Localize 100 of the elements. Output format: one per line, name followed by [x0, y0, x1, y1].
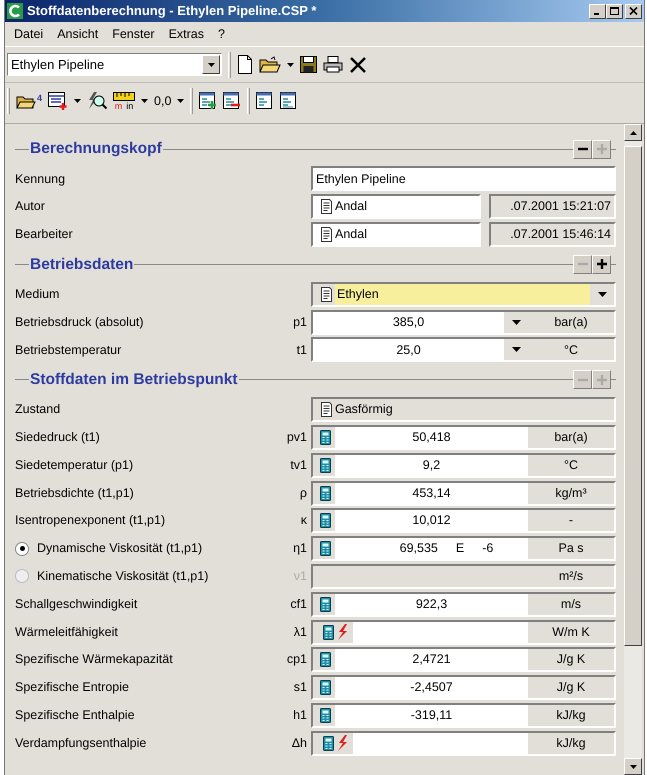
menu-item[interactable]: Extras: [162, 24, 212, 44]
magnifier-bolt-icon[interactable]: [87, 92, 108, 110]
field-label: Siededruck (t1): [15, 429, 100, 446]
symbol-label: s1: [292, 679, 308, 696]
symbol-label: cf1: [289, 596, 308, 613]
window-title: Stoffdatenberechnung - Ethylen Pipeline.CSP *: [27, 2, 318, 20]
caret-icon: [512, 320, 520, 325]
maximize-button[interactable]: [606, 4, 623, 18]
collapse-button[interactable]: [573, 140, 592, 158]
plus-icon[interactable]: [596, 259, 608, 270]
calculator-icon: [322, 624, 334, 640]
symbol-label: cp1: [286, 651, 308, 668]
symbol-label: tv1: [289, 456, 308, 474]
calculator-icon: [322, 736, 334, 751]
expand-button[interactable]: [592, 254, 611, 274]
caret-icon[interactable]: [177, 99, 184, 103]
field-label: Betriebsdruck (absolut): [15, 314, 144, 331]
caret-icon[interactable]: [74, 99, 82, 103]
field-label: Siedetemperatur (p1): [15, 456, 134, 474]
document-icon: [320, 226, 332, 242]
close-icon[interactable]: [628, 6, 639, 16]
menu-item[interactable]: Ansicht: [50, 24, 106, 44]
calculator-icon: [320, 680, 331, 696]
medium-select[interactable]: Ethylen: [311, 282, 616, 307]
scroll-thumb[interactable]: [624, 146, 642, 646]
symbol-label: η1: [292, 540, 308, 558]
calculator-icon: [320, 513, 331, 528]
project-select[interactable]: Ethylen Pipeline: [7, 53, 222, 76]
field-label: Verdampfungsenthalpie: [15, 734, 146, 752]
calculator-icon: [320, 430, 331, 445]
maximize-icon[interactable]: [609, 6, 620, 16]
caret-icon[interactable]: [141, 99, 148, 103]
result-field: 10,012 -: [311, 508, 616, 534]
menu-item[interactable]: Datei: [7, 24, 50, 44]
field-label: Spezifische Entropie: [15, 679, 129, 696]
number-format-button[interactable]: 0,0: [154, 92, 172, 110]
field-label: Spezifische Enthalpie: [15, 707, 135, 724]
table-minus-icon[interactable]: [223, 92, 242, 110]
field-label: Medium: [15, 286, 60, 303]
symbol-label: κ: [300, 512, 308, 530]
symbol-label: Δh: [290, 734, 308, 752]
minimize-button[interactable]: [589, 4, 606, 18]
result-field: -2,4507 J/g K: [311, 675, 616, 700]
unit-toggle-button[interactable]: m in: [113, 92, 136, 110]
symbol-label: λ1: [292, 624, 308, 641]
new-document-icon[interactable]: [237, 55, 253, 74]
document-icon: [320, 402, 332, 418]
document-icon: [320, 199, 332, 214]
caret-icon: [512, 347, 520, 352]
field-label: Betriebsdichte (t1,p1): [15, 484, 134, 502]
date-field: .07.2001 15:46:14: [489, 222, 616, 247]
document-icon: [320, 286, 332, 302]
field-label: Wärmeleitfähigkeit: [15, 624, 118, 641]
result-field: -319,11 kJ/kg: [311, 702, 616, 728]
symbol-label: ν1: [292, 568, 308, 586]
field-label: Bearbeiter: [15, 226, 73, 244]
scrollbar[interactable]: [624, 124, 642, 775]
scroll-down-icon: [630, 764, 636, 768]
field-label: Autor: [15, 198, 45, 216]
result-field: W/m K: [311, 620, 616, 645]
value-field[interactable]: 385,0 bar(a): [311, 310, 616, 335]
name-field[interactable]: Andal: [311, 194, 481, 220]
table-add-icon[interactable]: [48, 92, 68, 110]
close-button[interactable]: [625, 4, 642, 18]
caret-icon: [598, 292, 606, 297]
menu-item[interactable]: ?: [211, 24, 232, 44]
menu-item[interactable]: Fenster: [105, 24, 162, 44]
field-label: Spezifische Wärmekapazität: [15, 651, 173, 668]
symbol-label: pv1: [286, 429, 308, 446]
table-icon[interactable]: [256, 92, 274, 110]
section-title: Betriebsdaten: [29, 254, 134, 275]
state-field: Gasförmig: [311, 397, 616, 422]
text-field[interactable]: Ethylen Pipeline: [311, 166, 616, 192]
calculator-icon: [320, 458, 331, 473]
print-icon[interactable]: [323, 56, 343, 73]
field-label: Isentropenexponent (t1,p1): [15, 512, 166, 530]
table-icon[interactable]: [280, 92, 298, 110]
open-folder-icon[interactable]: [259, 56, 281, 73]
name-field[interactable]: Andal: [311, 222, 481, 247]
symbol-label: ρ: [298, 484, 308, 502]
calculator-icon: [320, 486, 331, 501]
value-field[interactable]: 25,0 °C: [311, 337, 616, 362]
symbol-label: p1: [292, 314, 308, 331]
section-title: Berechnungskopf: [29, 139, 163, 160]
symbol-label: h1: [292, 707, 308, 724]
save-icon[interactable]: [300, 56, 317, 73]
field-label: Kennung: [15, 170, 66, 188]
result-field: 922,3 m/s: [311, 592, 616, 617]
field-label: Schallgeschwindigkeit: [15, 596, 138, 613]
calculator-icon: [320, 596, 331, 612]
caret-icon[interactable]: [287, 62, 294, 66]
calculator-icon: [320, 708, 331, 723]
symbol-label: t1: [296, 342, 308, 358]
calculator-icon: [320, 541, 331, 556]
caret-icon[interactable]: [208, 62, 214, 66]
close-icon[interactable]: [349, 56, 367, 74]
radio-button[interactable]: [15, 542, 29, 556]
section-title: Stoffdaten im Betriebspunkt: [29, 370, 239, 390]
scroll-up-icon: [630, 130, 636, 134]
table-plus-icon[interactable]: [199, 92, 218, 110]
